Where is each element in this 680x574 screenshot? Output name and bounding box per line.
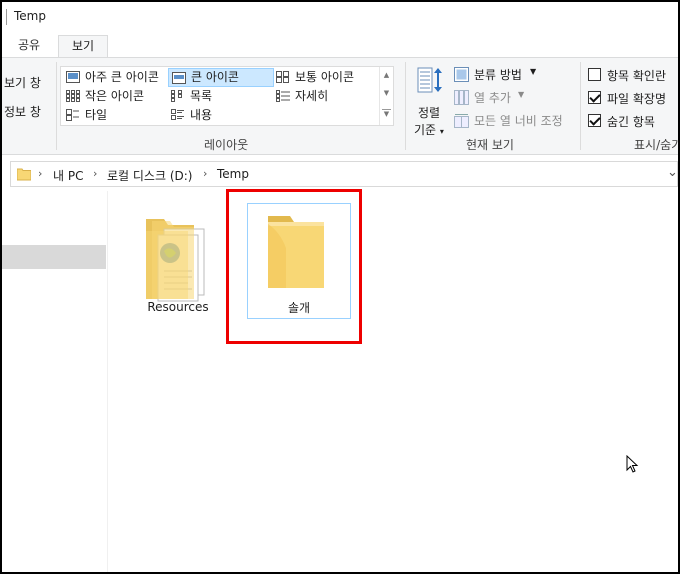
gallery-scrollbar[interactable]: ▲ ▼ ▼ <box>379 67 393 125</box>
chevron-down-icon[interactable]: ⌄ <box>667 165 678 180</box>
panes-group: 보기 창 정보 창 <box>2 58 54 154</box>
window-title: Temp <box>14 9 46 23</box>
folder-icon <box>17 168 31 181</box>
list-icon <box>171 90 182 102</box>
address-bar: › 내 PC › 로컬 디스크 (D:) › Temp ⌄ <box>2 155 678 191</box>
layout-small-icons[interactable]: 작은 아이콘 <box>63 87 167 106</box>
layout-item-label: 타일 <box>85 108 108 122</box>
size-columns-icon <box>454 114 469 128</box>
layout-group-label: 레이아웃 <box>204 138 249 152</box>
medium-icons-icon <box>276 71 289 83</box>
small-icons-icon <box>66 90 80 102</box>
sort-icon <box>417 67 442 93</box>
layout-item-label: 큰 아이콘 <box>191 70 239 84</box>
group-by-label: 분류 방법 <box>474 68 522 82</box>
layout-medium-icons[interactable]: 보통 아이콘 <box>273 68 377 87</box>
item-checkboxes-checkbox[interactable] <box>588 68 601 81</box>
file-list: Resources 솔개 <box>108 189 678 572</box>
file-extensions-label: 파일 확장명 <box>607 92 667 106</box>
details-icon <box>276 90 290 102</box>
gallery-more-icon[interactable]: ▼ <box>382 109 391 118</box>
extra-large-icons-icon <box>66 71 80 83</box>
dropdown-icon: ▼ <box>518 90 525 99</box>
folder-with-files-icon <box>146 219 205 302</box>
layout-item-label: 보통 아이콘 <box>295 70 355 84</box>
explorer-window: Temp 공유 보기 보기 창 정보 창 아주 큰 아이콘 큰 아이콘 보통 아… <box>0 0 680 574</box>
layout-item-label: 작은 아이콘 <box>85 89 145 103</box>
layout-gallery: 아주 큰 아이콘 큰 아이콘 보통 아이콘 작은 아이콘 목록 자세히 타일 내… <box>60 66 394 126</box>
show-hide-group-label: 표시/숨기 <box>634 138 680 152</box>
sort-label: 정렬 <box>418 106 441 120</box>
ribbon: 보기 창 정보 창 아주 큰 아이콘 큰 아이콘 보통 아이콘 작은 아이콘 목… <box>2 57 678 155</box>
layout-list[interactable]: 목록 <box>168 87 272 106</box>
highlight-box <box>226 189 362 344</box>
file-name-label: Resources <box>147 300 209 314</box>
hidden-items-label: 숨긴 항목 <box>607 115 655 129</box>
layout-tiles[interactable]: 타일 <box>63 106 167 125</box>
file-item-resources[interactable]: Resources <box>126 201 230 321</box>
ribbon-tabs: 공유 보기 <box>2 32 678 57</box>
title-bar: Temp <box>2 2 678 32</box>
current-view-group-label: 현재 보기 <box>466 138 514 152</box>
scroll-up-icon[interactable]: ▲ <box>380 71 393 79</box>
navigation-pane <box>2 191 108 572</box>
layout-large-icons[interactable]: 큰 아이콘 <box>168 68 274 87</box>
tiles-icon <box>66 109 79 121</box>
chevron-right-icon[interactable]: › <box>38 167 42 180</box>
large-icons-icon <box>172 72 186 84</box>
sort-label-2: 기준 ▾ <box>414 123 444 137</box>
add-column-icon <box>454 90 469 105</box>
layout-details[interactable]: 자세히 <box>273 87 377 106</box>
layout-item-label: 내용 <box>190 108 213 122</box>
tab-view[interactable]: 보기 <box>58 35 108 57</box>
nav-selected-item[interactable] <box>2 245 106 269</box>
chevron-right-icon[interactable]: › <box>93 167 97 180</box>
layout-item-label: 아주 큰 아이콘 <box>85 70 159 84</box>
file-extensions-checkbox[interactable] <box>588 91 601 104</box>
address-box[interactable]: › 내 PC › 로컬 디스크 (D:) › Temp ⌄ <box>10 161 678 187</box>
preview-pane-button[interactable]: 보기 창 <box>4 74 41 91</box>
item-checkboxes-label: 항목 확인란 <box>607 69 667 83</box>
breadcrumb-temp[interactable]: Temp <box>217 167 249 181</box>
title-separator <box>6 9 7 25</box>
layout-item-label: 목록 <box>190 89 213 103</box>
layout-content[interactable]: 내용 <box>168 106 272 125</box>
tab-share[interactable]: 공유 <box>6 35 52 57</box>
breadcrumb-local-disk[interactable]: 로컬 디스크 (D:) <box>107 167 192 184</box>
chevron-right-icon[interactable]: › <box>203 167 207 180</box>
layout-item-label: 자세히 <box>295 89 329 103</box>
details-pane-button[interactable]: 정보 창 <box>4 103 41 120</box>
layout-extra-large-icons[interactable]: 아주 큰 아이콘 <box>63 68 167 87</box>
size-all-columns-label: 모든 열 너비 조정 <box>474 114 563 128</box>
group-separator <box>580 62 581 150</box>
dropdown-icon: ▼ <box>530 67 537 76</box>
group-separator <box>56 62 57 150</box>
scroll-down-icon[interactable]: ▼ <box>380 89 393 97</box>
group-separator <box>405 62 406 150</box>
hidden-items-checkbox[interactable] <box>588 114 601 127</box>
sort-by-button[interactable]: 정렬 기준 ▾ <box>412 64 446 137</box>
group-by-icon <box>454 67 469 82</box>
content-icon <box>171 109 184 120</box>
add-column-label: 열 추가 <box>474 91 511 105</box>
breadcrumb-this-pc[interactable]: 내 PC <box>53 167 83 184</box>
mouse-cursor-icon <box>626 455 639 473</box>
